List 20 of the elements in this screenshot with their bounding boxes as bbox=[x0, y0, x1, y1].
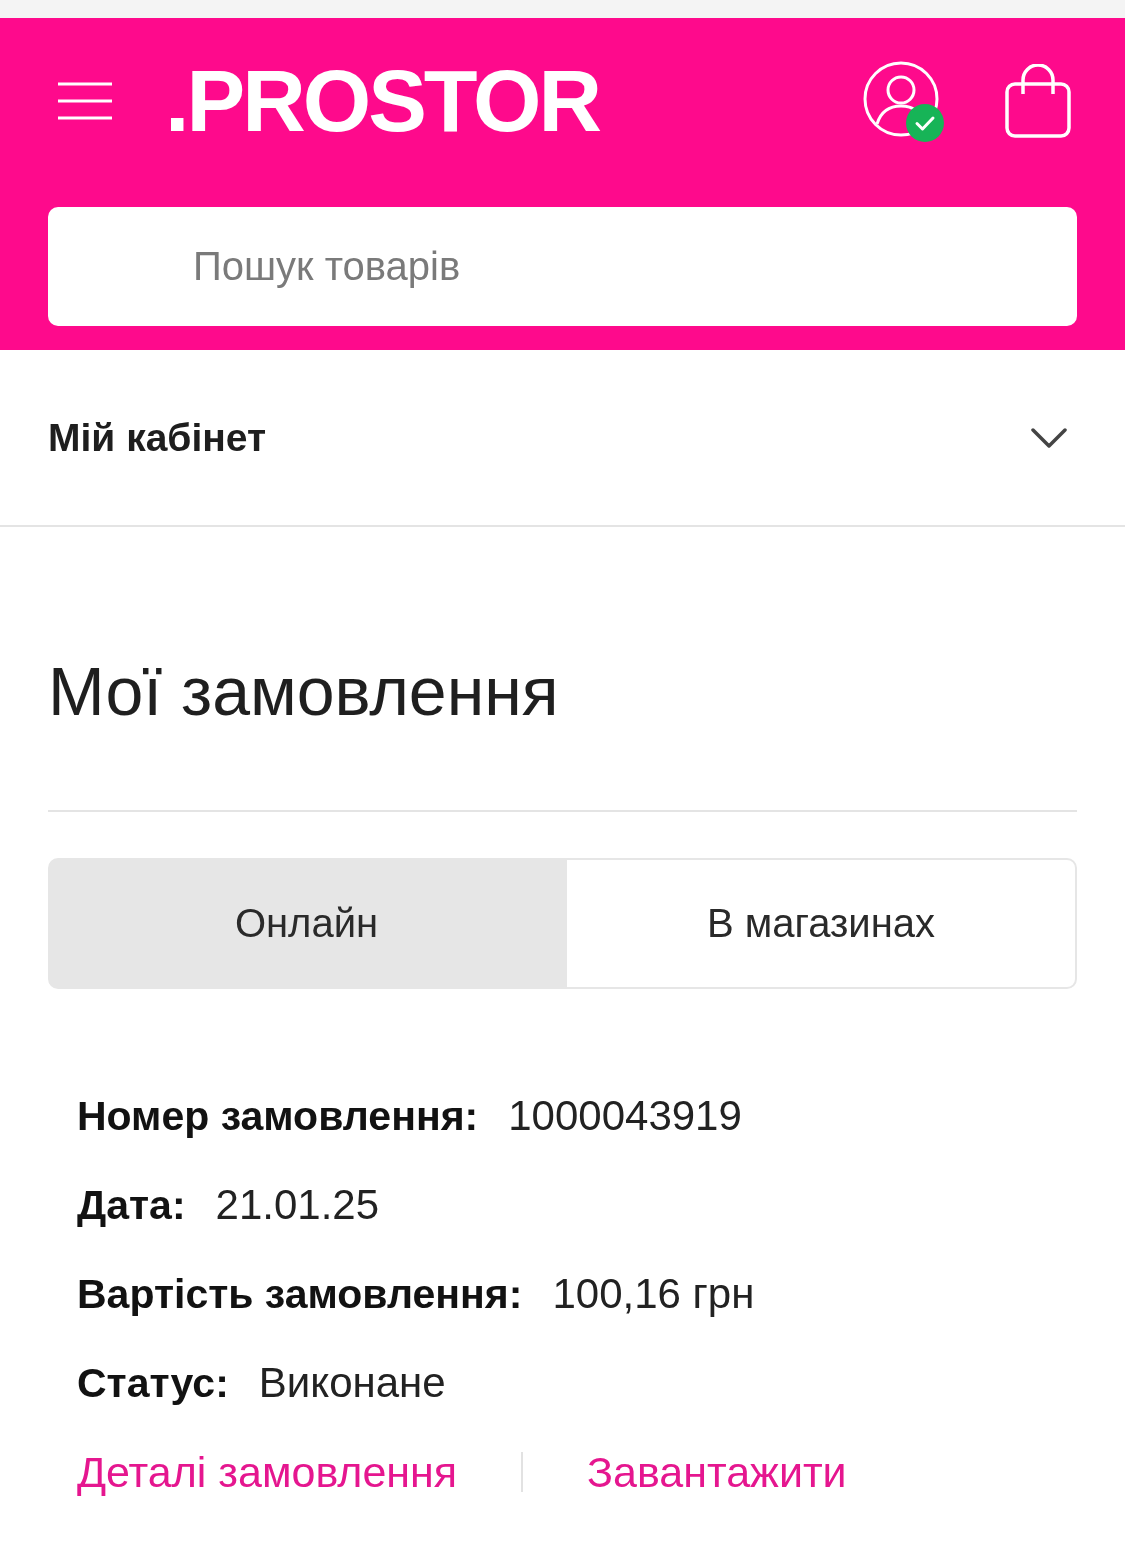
user-icon[interactable] bbox=[863, 60, 939, 137]
account-menu-title[interactable]: Мій кабінет bbox=[48, 415, 267, 460]
field-value: 100,16 грн bbox=[552, 1270, 755, 1318]
order-link[interactable]: Завантажити bbox=[587, 1447, 847, 1497]
field-label: Вартість замовлення: bbox=[77, 1270, 523, 1318]
field-label: Номер замовлення: bbox=[77, 1092, 479, 1140]
order-link[interactable]: Деталі замовлення bbox=[77, 1447, 458, 1497]
page-title: Мої замовлення bbox=[48, 653, 559, 729]
field-value: Виконане bbox=[258, 1359, 446, 1407]
shopping-bag-icon[interactable] bbox=[1005, 63, 1071, 138]
tab[interactable]: Онлайн bbox=[48, 858, 565, 989]
field-label: Статус: bbox=[77, 1359, 229, 1407]
field-value: 1000043919 bbox=[508, 1092, 742, 1140]
menu-icon[interactable] bbox=[58, 81, 112, 120]
logo[interactable]: .PROSTOR bbox=[165, 56, 599, 145]
tab[interactable]: В магазинах bbox=[565, 858, 1077, 989]
chevron-down-icon[interactable] bbox=[1031, 426, 1067, 449]
field-label: Дата: bbox=[77, 1181, 186, 1229]
search-field[interactable]: Пошук товарів bbox=[48, 207, 1077, 326]
field-value: 21.01.25 bbox=[215, 1181, 380, 1229]
